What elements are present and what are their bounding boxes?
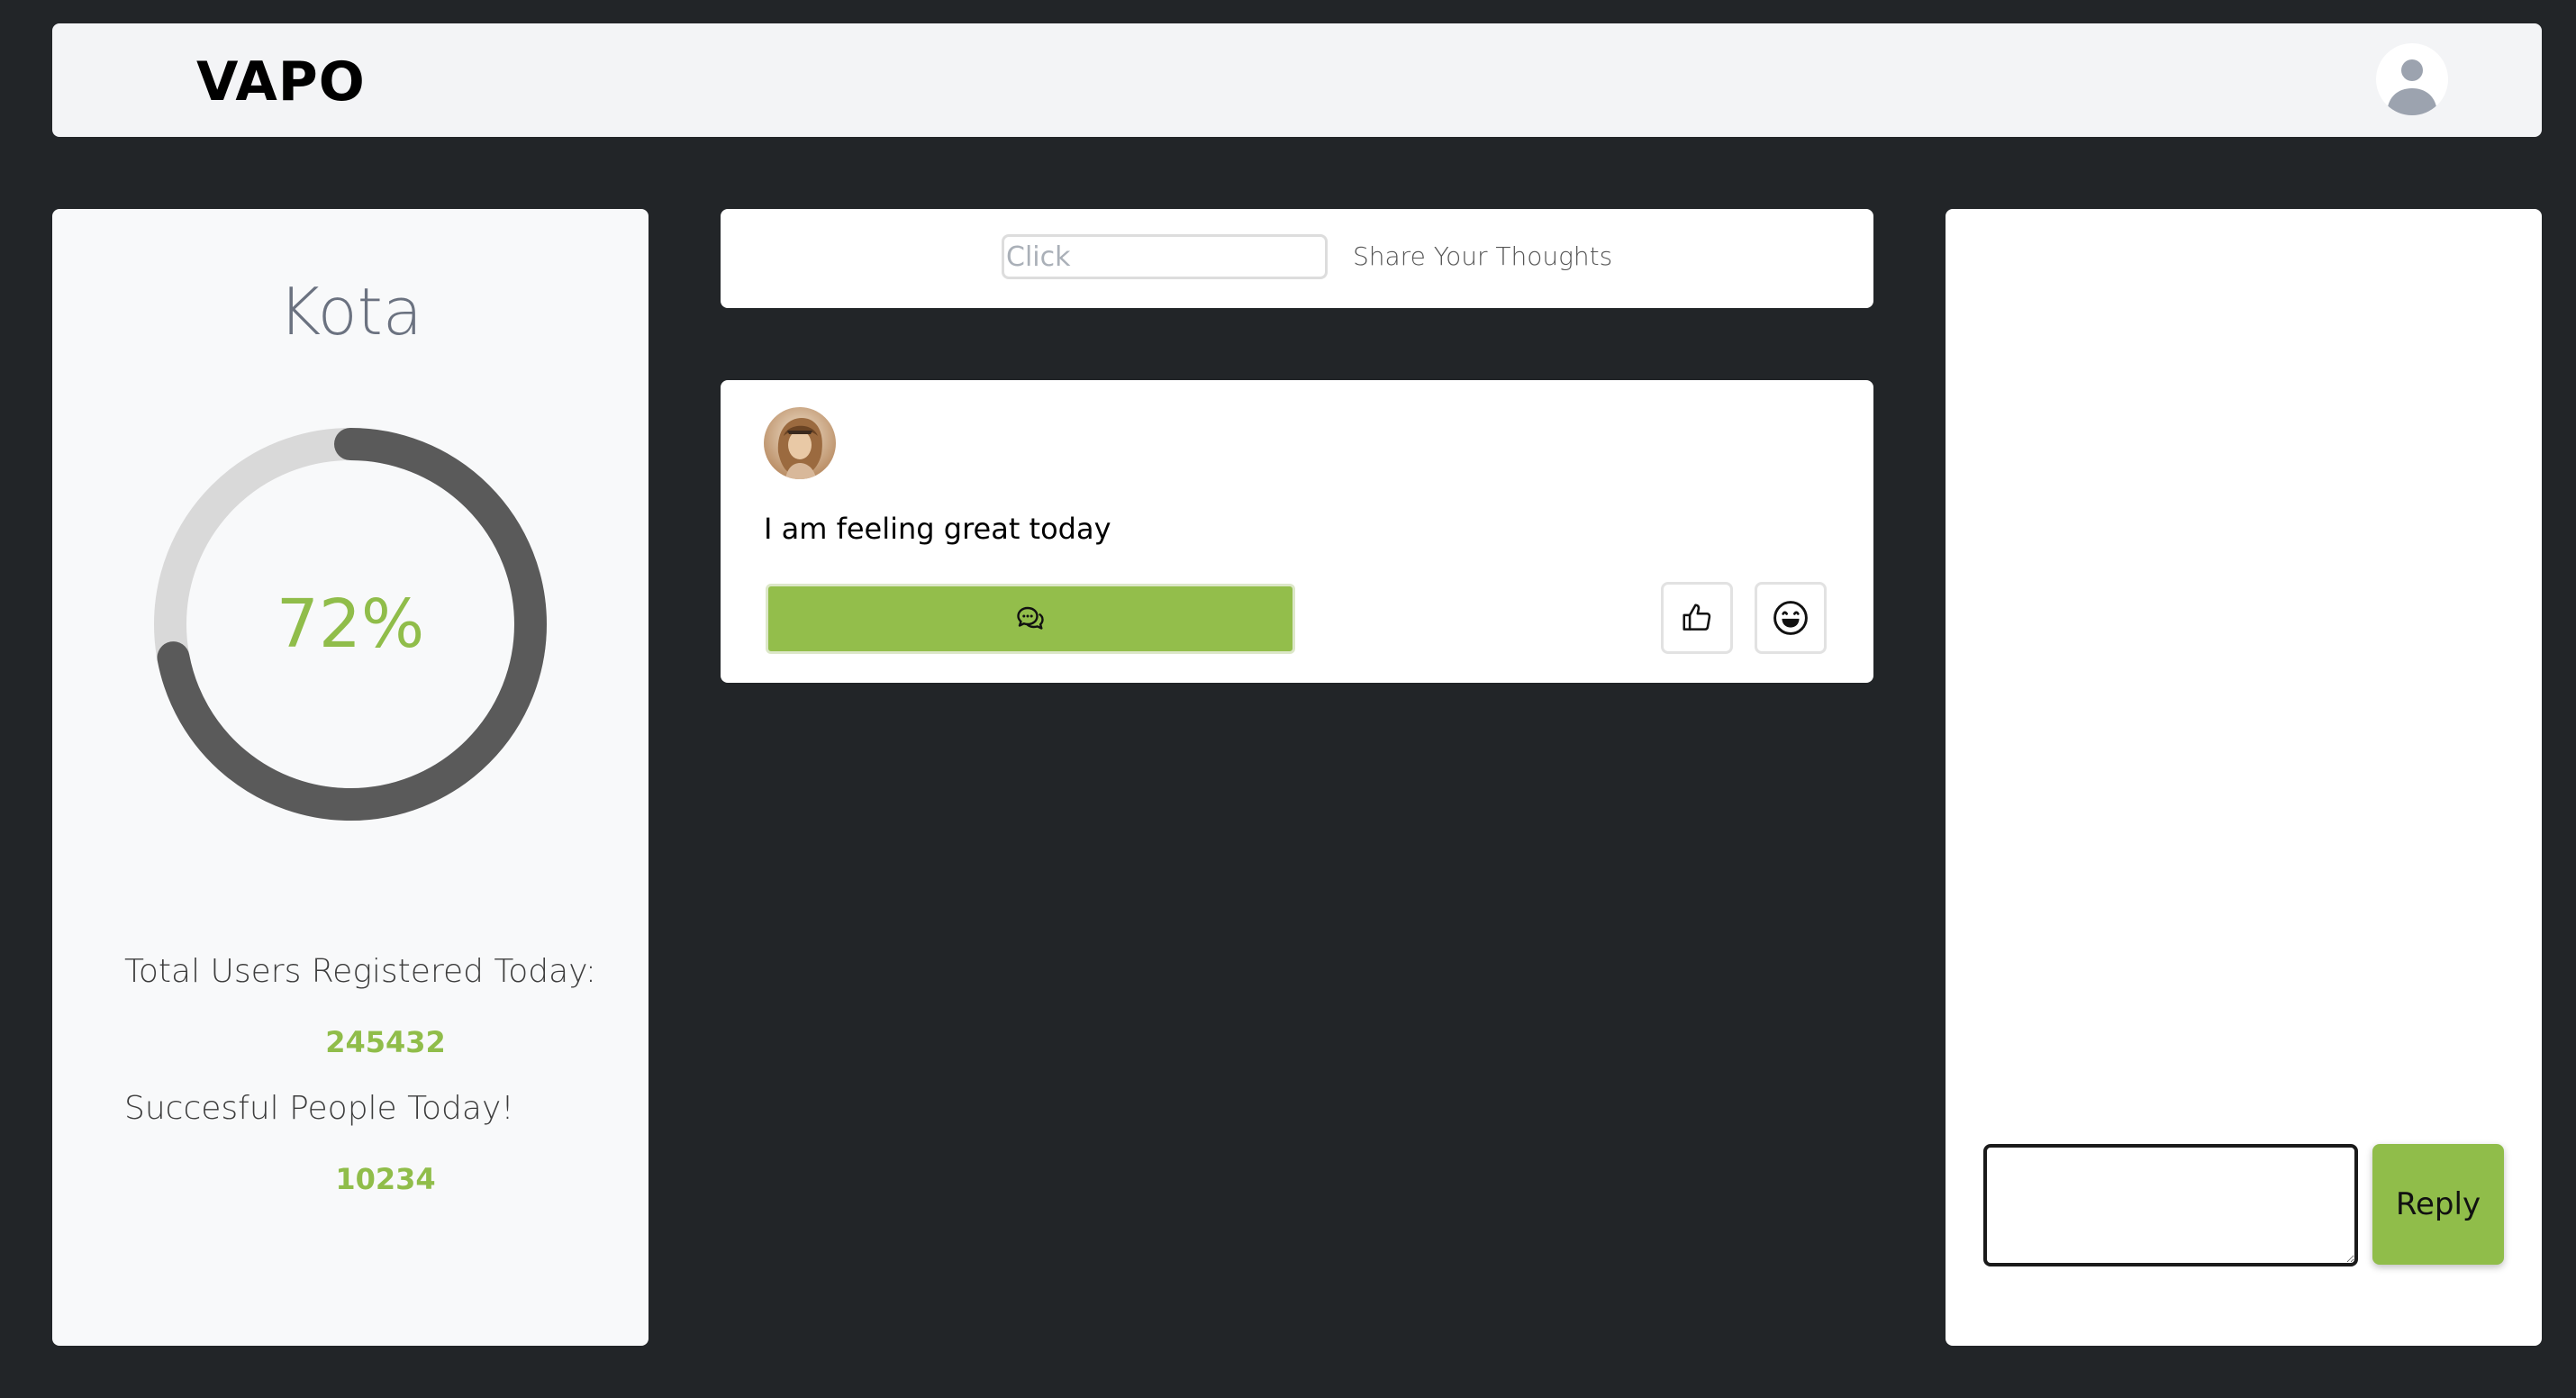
person-silhouette-icon bbox=[2387, 59, 2437, 115]
post-text: I am feeling great today bbox=[764, 512, 1111, 546]
reply-textarea[interactable] bbox=[1983, 1144, 2358, 1266]
like-button[interactable] bbox=[1661, 582, 1733, 654]
progress-ring: 72% bbox=[151, 425, 549, 823]
reply-button[interactable]: Reply bbox=[2372, 1144, 2504, 1265]
user-avatar-icon[interactable] bbox=[2376, 43, 2448, 115]
share-thoughts-label: Share Your Thoughts bbox=[1353, 241, 1613, 271]
laughing-face-icon bbox=[1773, 601, 1808, 635]
thought-composer: Share Your Thoughts bbox=[721, 209, 1873, 308]
chat-bubbles-icon bbox=[1017, 606, 1044, 630]
comment-button[interactable] bbox=[766, 584, 1295, 654]
successful-people-value: 10234 bbox=[335, 1162, 436, 1196]
total-users-value: 245432 bbox=[325, 1025, 446, 1059]
laugh-reaction-button[interactable] bbox=[1755, 582, 1827, 654]
successful-people-label: Succesful People Today! bbox=[124, 1090, 514, 1127]
thought-input[interactable] bbox=[1002, 234, 1328, 279]
total-users-label: Total Users Registered Today: bbox=[124, 953, 597, 990]
reply-panel: Reply bbox=[1946, 209, 2542, 1346]
progress-percentage: 72% bbox=[276, 586, 425, 663]
profile-photo-icon bbox=[764, 407, 836, 479]
post-author-avatar[interactable] bbox=[764, 407, 836, 479]
top-navbar: VAPO bbox=[52, 23, 2542, 137]
city-name: Kota bbox=[277, 274, 423, 350]
stats-panel: Kota 72% Total Users Registered Today: 2… bbox=[52, 209, 649, 1346]
brand-logo[interactable]: VAPO bbox=[196, 50, 366, 113]
thumbs-up-icon bbox=[1683, 604, 1711, 631]
post-card: I am feeling great today bbox=[721, 380, 1873, 683]
